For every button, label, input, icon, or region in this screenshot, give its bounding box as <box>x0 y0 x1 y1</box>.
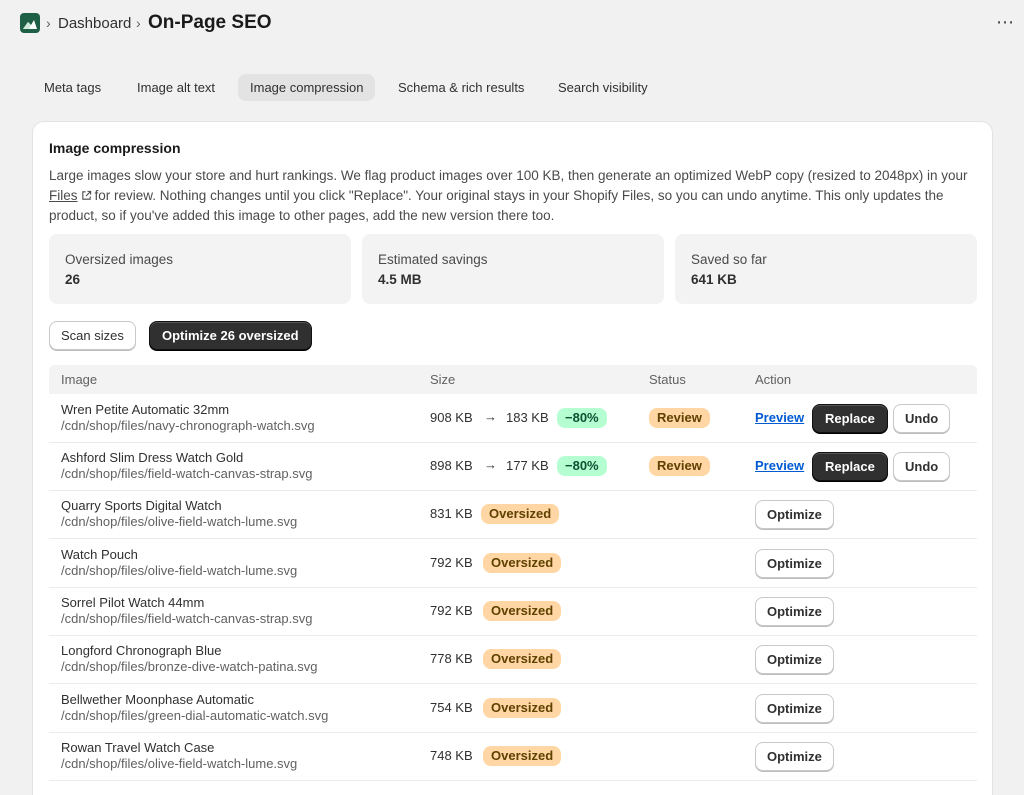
image-name: Sorrel Pilot Watch 44mm <box>61 595 205 610</box>
image-path: /cdn/shop/files/bronze-dive-watch-patina… <box>61 659 318 674</box>
image-name: Bellwether Moonphase Automatic <box>61 692 254 707</box>
table-row: Rowan Travel Watch Case /cdn/shop/files/… <box>49 732 977 781</box>
files-link[interactable]: Files <box>49 188 78 203</box>
image-path: /cdn/shop/files/field-watch-canvas-strap… <box>61 611 313 626</box>
column-header-action: Action <box>755 372 792 387</box>
original-size: 908 KB <box>430 410 473 425</box>
tab-schema-rich-results[interactable]: Schema & rich results <box>386 74 536 101</box>
card-title: Image compression <box>49 140 181 156</box>
replace-button[interactable]: Replace <box>812 404 888 433</box>
arrow-right-icon: → <box>484 457 497 472</box>
undo-button[interactable]: Undo <box>893 404 951 433</box>
preview-link[interactable]: Preview <box>755 410 804 425</box>
breadcrumb-separator-icon: › <box>136 15 141 31</box>
more-actions-icon[interactable]: ⋯ <box>996 12 1015 33</box>
image-name: Watch Pouch <box>61 547 138 562</box>
breadcrumb-separator-icon: › <box>46 15 51 31</box>
image-path: /cdn/shop/files/olive-field-watch-lume.s… <box>61 756 298 771</box>
original-size: 831 KB <box>430 506 473 521</box>
column-header-image: Image <box>61 372 98 387</box>
stat-value: 26 <box>65 272 81 287</box>
image-path: /cdn/shop/files/olive-field-watch-lume.s… <box>61 514 298 529</box>
optimize-button[interactable]: Optimize <box>755 549 834 578</box>
table-row: Watch Pouch /cdn/shop/files/olive-field-… <box>49 539 977 588</box>
oversized-badge: Oversized <box>483 698 562 718</box>
original-size: 778 KB <box>430 651 473 666</box>
oversized-badge: Oversized <box>483 649 562 669</box>
tab-search-visibility[interactable]: Search visibility <box>546 74 660 101</box>
replace-button[interactable]: Replace <box>812 452 888 481</box>
oversized-badge: Oversized <box>481 504 560 524</box>
table-row: Wren Petite Automatic 32mm /cdn/shop/fil… <box>49 394 977 443</box>
savings-badge: −80% <box>557 408 607 428</box>
top-bar: › Dashboard › On-Page SEO ⋯ <box>0 0 1024 46</box>
app-logo-icon[interactable] <box>20 13 40 33</box>
original-size: 792 KB <box>430 603 473 618</box>
image-name: Rowan Travel Watch Case <box>61 740 215 755</box>
image-compression-card: Image compression Large images slow your… <box>32 121 993 795</box>
stat-label: Oversized images <box>65 252 174 267</box>
oversized-badge: Oversized <box>483 553 562 573</box>
stat-saved-so-far: Saved so far 641 KB <box>675 234 977 304</box>
optimize-button[interactable]: Optimize <box>755 597 834 626</box>
optimize-button[interactable]: Optimize <box>755 694 834 723</box>
stat-label: Estimated savings <box>378 252 488 267</box>
optimize-button[interactable]: Optimize <box>755 742 834 771</box>
description-part-2: for review. Nothing changes until you cl… <box>49 188 944 223</box>
image-path: /cdn/shop/files/field-watch-canvas-strap… <box>61 466 313 481</box>
compressed-size: 177 KB <box>506 458 549 473</box>
table-row: Longford Chronograph Blue /cdn/shop/file… <box>49 635 977 684</box>
tab-image-alt-text[interactable]: Image alt text <box>125 74 227 101</box>
table-header: Image Size Status Action <box>49 365 977 394</box>
table-row: Ashford Slim Dress Watch Gold /cdn/shop/… <box>49 442 977 491</box>
compressed-size: 183 KB <box>506 410 549 425</box>
image-name: Quarry Sports Digital Watch <box>61 498 222 513</box>
scan-sizes-button[interactable]: Scan sizes <box>49 321 136 350</box>
page-title: On-Page SEO <box>148 12 272 33</box>
image-path: /cdn/shop/files/green-dial-automatic-wat… <box>61 708 329 723</box>
optimize-all-button[interactable]: Optimize 26 oversized <box>149 321 312 350</box>
stat-value: 641 KB <box>691 272 737 287</box>
arrow-right-icon: → <box>484 409 497 424</box>
tab-meta-tags[interactable]: Meta tags <box>32 74 113 101</box>
stat-value: 4.5 MB <box>378 272 422 287</box>
breadcrumb-dashboard-link[interactable]: Dashboard <box>58 15 131 32</box>
column-header-size: Size <box>430 372 456 387</box>
table-row: Sorrel Pilot Watch 44mm /cdn/shop/files/… <box>49 587 977 636</box>
image-path: /cdn/shop/files/navy-chronograph-watch.s… <box>61 418 315 433</box>
status-badge: Review <box>649 408 710 428</box>
preview-link[interactable]: Preview <box>755 458 804 473</box>
optimize-button[interactable]: Optimize <box>755 645 834 674</box>
stat-label: Saved so far <box>691 252 767 267</box>
undo-button[interactable]: Undo <box>893 452 951 481</box>
table-row: Quarry Sports Digital Watch /cdn/shop/fi… <box>49 490 977 539</box>
stat-estimated-savings: Estimated savings 4.5 MB <box>362 234 664 304</box>
image-name: Longford Chronograph Blue <box>61 643 222 658</box>
original-size: 748 KB <box>430 748 473 763</box>
image-path: /cdn/shop/files/olive-field-watch-lume.s… <box>61 563 298 578</box>
status-badge: Review <box>649 456 710 476</box>
original-size: 754 KB <box>430 700 473 715</box>
stat-oversized-images: Oversized images 26 <box>49 234 351 304</box>
oversized-badge: Oversized <box>483 601 562 621</box>
external-link-icon[interactable] <box>81 190 92 201</box>
optimize-button[interactable]: Optimize <box>755 500 834 529</box>
description-part-1: Large images slow your store and hurt ra… <box>49 168 968 183</box>
image-name: Wren Petite Automatic 32mm <box>61 402 230 417</box>
savings-badge: −80% <box>557 456 607 476</box>
image-name: Ashford Slim Dress Watch Gold <box>61 450 244 465</box>
original-size: 898 KB <box>430 458 473 473</box>
tab-image-compression[interactable]: Image compression <box>238 74 376 101</box>
oversized-badge: Oversized <box>483 746 562 766</box>
original-size: 792 KB <box>430 555 473 570</box>
description-text: Large images slow your store and hurt ra… <box>49 166 984 226</box>
column-header-status: Status <box>649 372 686 387</box>
table-row: Bellwether Moonphase Automatic /cdn/shop… <box>49 684 977 733</box>
